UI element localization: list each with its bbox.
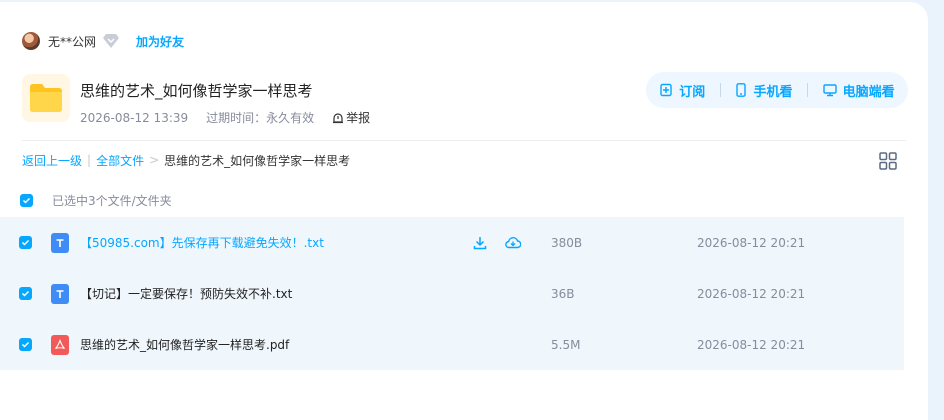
avatar[interactable] bbox=[22, 32, 40, 50]
pc-view-label: 电脑端看 bbox=[842, 84, 895, 100]
download-icon[interactable] bbox=[473, 236, 487, 250]
report-icon bbox=[333, 112, 344, 123]
page-background-rail bbox=[928, 0, 944, 420]
action-divider bbox=[719, 83, 721, 97]
txt-file-icon bbox=[51, 283, 69, 304]
file-list: 【50985.com】先保存再下载避免失效！.txt 380B 2026-08-… bbox=[0, 217, 904, 370]
header-divider bbox=[22, 140, 906, 141]
breadcrumb: 返回上一级 | 全部文件 > 思维的艺术_如何像哲学家一样思考 bbox=[22, 152, 350, 168]
txt-file-icon bbox=[51, 232, 69, 253]
file-date: 2026-08-12 20:21 bbox=[697, 286, 806, 301]
check-icon bbox=[22, 197, 31, 204]
row-checkbox[interactable] bbox=[19, 287, 32, 300]
share-card: 无**公网 加为好友 思维的艺术_如何像哲学家一样思考 2026-08-12 1… bbox=[0, 2, 928, 420]
file-date: 2026-08-12 20:21 bbox=[697, 337, 806, 352]
pdf-file-icon bbox=[51, 334, 69, 355]
folder-title: 思维的艺术_如何像哲学家一样思考 bbox=[80, 82, 313, 100]
folder-meta: 2026-08-12 13:39 过期时间：永久有效 举报 bbox=[80, 109, 406, 126]
file-size: 36B bbox=[551, 286, 575, 301]
breadcrumb-back[interactable]: 返回上一级 bbox=[22, 152, 82, 169]
breadcrumb-separator: > bbox=[149, 153, 160, 167]
subscribe-label: 订阅 bbox=[679, 84, 706, 100]
subscribe-button[interactable]: 订阅 bbox=[659, 81, 705, 100]
folder-icon bbox=[22, 74, 70, 122]
file-size: 380B bbox=[551, 235, 583, 250]
monitor-icon bbox=[822, 84, 837, 97]
selection-count: 已选中3个文件/文件夹 bbox=[52, 193, 172, 208]
expire-time: 过期时间：永久有效 bbox=[206, 111, 315, 125]
row-actions bbox=[473, 236, 539, 250]
breadcrumb-pipe: | bbox=[87, 153, 92, 167]
phone-icon bbox=[736, 83, 747, 97]
row-checkbox[interactable] bbox=[19, 338, 32, 351]
user-row: 无**公网 加为好友 bbox=[22, 30, 184, 52]
pc-view-button[interactable]: 电脑端看 bbox=[822, 81, 895, 100]
select-all-row: 已选中3个文件/文件夹 bbox=[20, 190, 172, 210]
subscribe-icon bbox=[660, 83, 672, 97]
folder-header: 思维的艺术_如何像哲学家一样思考 2026-08-12 13:39 过期时间：永… bbox=[22, 74, 406, 126]
report-button[interactable]: 举报 bbox=[332, 109, 388, 126]
table-row[interactable]: 【切记】一定要保存！预防失效不补.txt 36B 2026-08-12 20:2… bbox=[0, 268, 904, 319]
mobile-view-label: 手机看 bbox=[753, 84, 793, 100]
table-row[interactable]: 思维的艺术_如何像哲学家一样思考.pdf 5.5M 2026-08-12 20:… bbox=[0, 319, 904, 370]
check-icon bbox=[21, 341, 30, 348]
share-date: 2026-08-12 13:39 bbox=[80, 110, 189, 125]
file-name[interactable]: 思维的艺术_如何像哲学家一样思考.pdf bbox=[80, 336, 289, 353]
vip-diamond-icon bbox=[103, 34, 120, 48]
username[interactable]: 无**公网 bbox=[48, 33, 96, 50]
row-checkbox[interactable] bbox=[19, 236, 32, 249]
cloud-save-icon[interactable] bbox=[505, 236, 521, 250]
view-actions: 订阅 手机看 电脑端看 bbox=[646, 72, 908, 108]
mobile-view-button[interactable]: 手机看 bbox=[735, 81, 792, 100]
breadcrumb-all-files[interactable]: 全部文件 bbox=[96, 152, 144, 169]
breadcrumb-current: 思维的艺术_如何像哲学家一样思考 bbox=[164, 153, 351, 168]
add-friend-link[interactable]: 加为好友 bbox=[136, 33, 184, 50]
file-date: 2026-08-12 20:21 bbox=[697, 235, 806, 250]
select-all-checkbox[interactable] bbox=[20, 193, 33, 207]
file-name[interactable]: 【50985.com】先保存再下载避免失效！.txt bbox=[80, 234, 324, 251]
check-icon bbox=[21, 290, 30, 297]
report-label: 举报 bbox=[346, 111, 371, 125]
check-icon bbox=[21, 239, 30, 246]
grid-view-icon[interactable] bbox=[879, 152, 897, 170]
table-row[interactable]: 【50985.com】先保存再下载避免失效！.txt 380B 2026-08-… bbox=[0, 217, 904, 268]
file-name[interactable]: 【切记】一定要保存！预防失效不补.txt bbox=[80, 285, 292, 302]
action-divider bbox=[807, 83, 809, 97]
file-size: 5.5M bbox=[551, 337, 581, 352]
